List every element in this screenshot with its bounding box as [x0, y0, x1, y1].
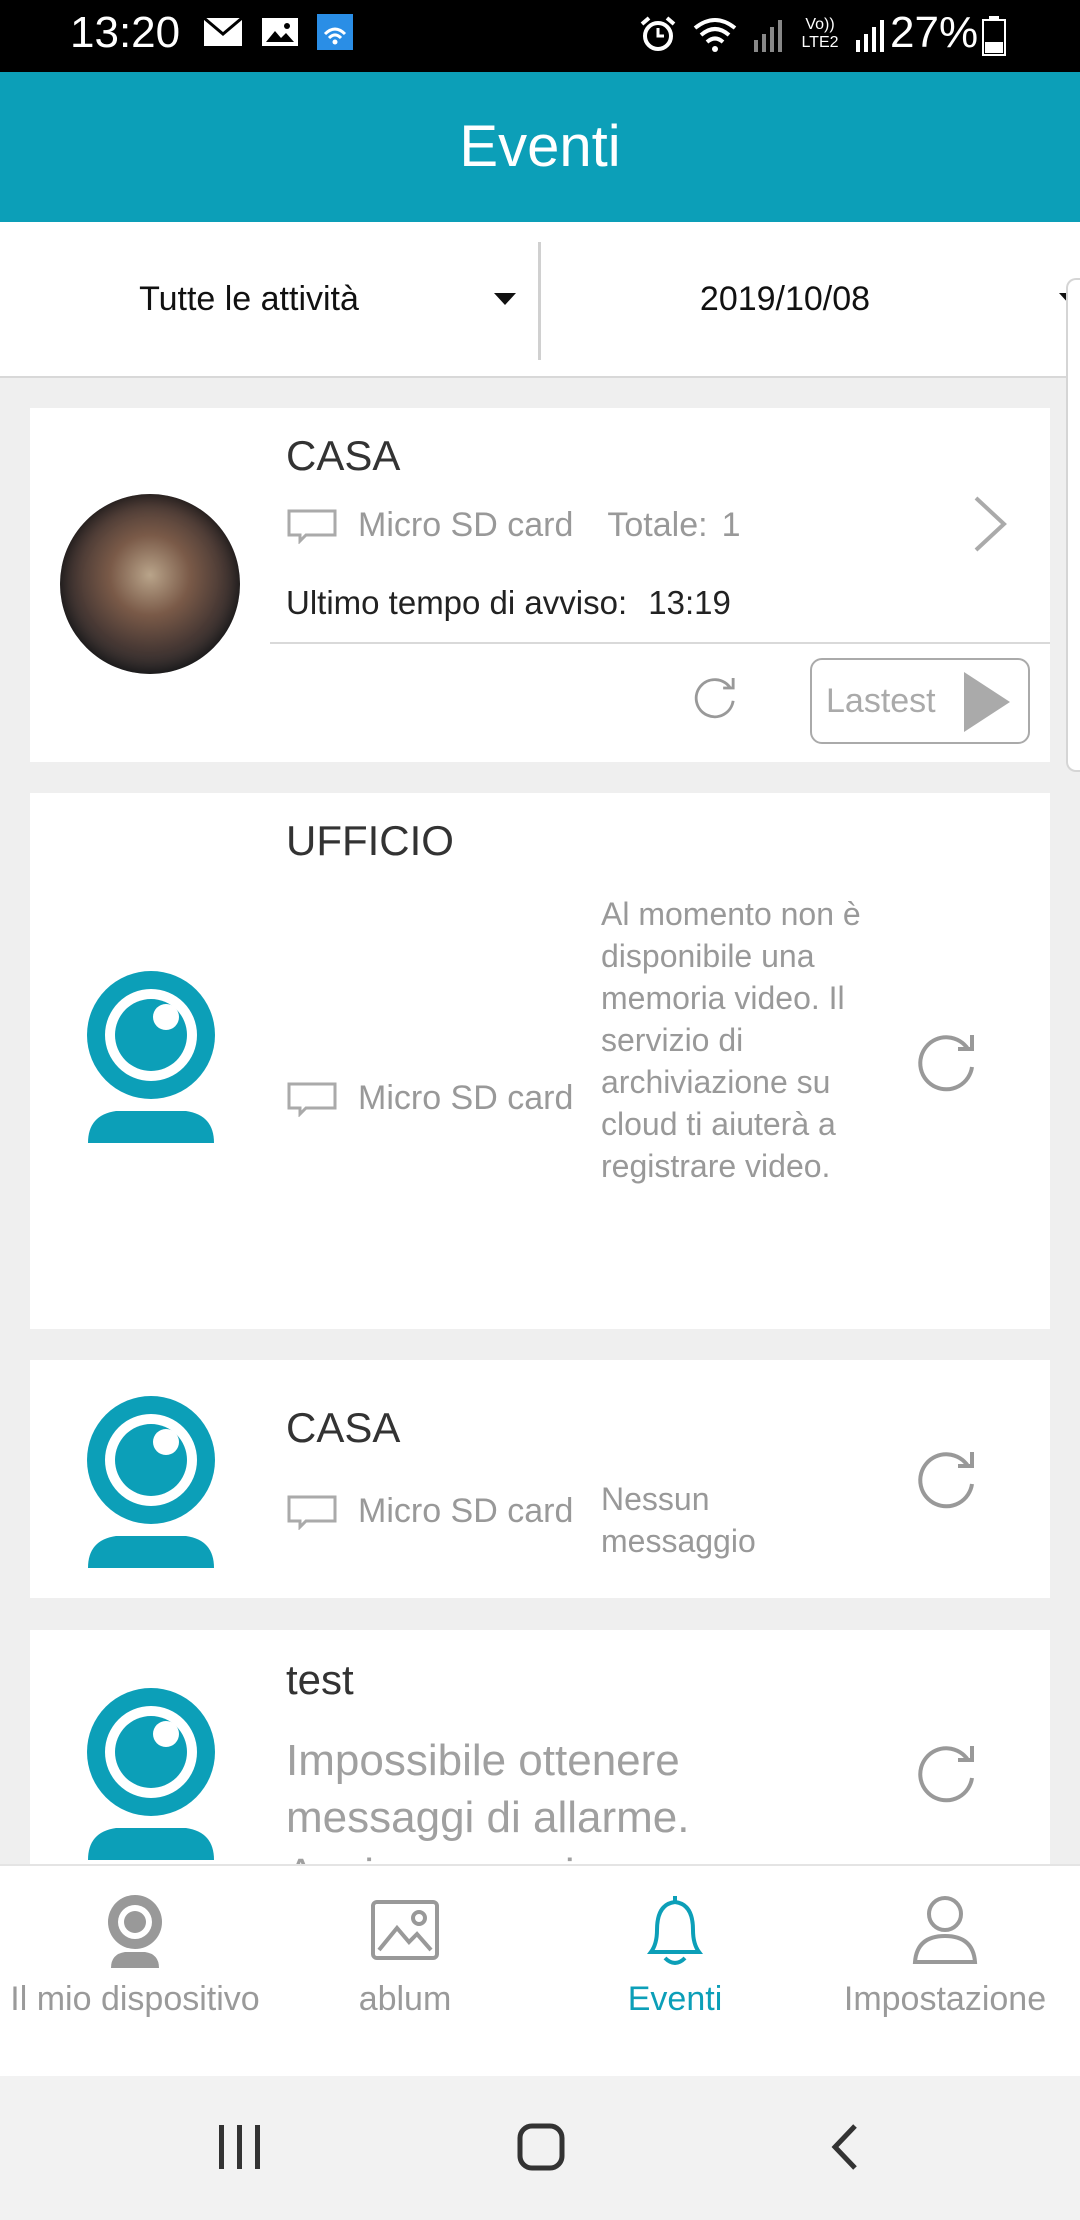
total-label: Totale: — [607, 506, 708, 544]
refresh-icon[interactable] — [906, 1438, 990, 1522]
refresh-icon[interactable] — [686, 668, 746, 728]
status-time: 13:20 — [70, 8, 181, 57]
device-event-card[interactable]: test Impossibile ottenere messaggi di al… — [30, 1630, 1050, 1864]
home-icon[interactable] — [516, 2122, 566, 2172]
back-icon[interactable] — [825, 2122, 865, 2172]
device-event-card[interactable]: CASA Micro SD card Totale: 1 Ultimo temp… — [30, 408, 1050, 762]
camera-icon — [87, 971, 215, 1143]
activity-filter-label: Tutte le attività — [139, 279, 359, 318]
alarm-icon — [640, 16, 676, 51]
device-event-card[interactable]: UFFICIO Micro SD card Al momento non è d… — [30, 793, 1050, 1329]
latest-button-label: Lastest — [826, 681, 936, 720]
bell-icon — [647, 1896, 703, 1965]
nav-settings[interactable]: Impostazione — [810, 1866, 1080, 2078]
last-alert-time: 13:19 — [648, 584, 731, 621]
mail-icon — [203, 17, 243, 46]
storage-row: Micro SD card Totale: 1 — [286, 506, 740, 545]
wifi-icon — [693, 18, 737, 52]
chevron-right-icon[interactable] — [970, 494, 1010, 554]
device-name: test — [286, 1656, 354, 1703]
refresh-icon[interactable] — [906, 1021, 990, 1105]
camera-icon — [108, 1895, 162, 1968]
nav-my-device[interactable]: Il mio dispositivo — [0, 1866, 270, 2078]
nav-events[interactable]: Eventi — [540, 1866, 810, 2078]
storage-row: Micro SD card — [286, 1079, 573, 1118]
network-label: Vo)) LTE2 — [801, 16, 839, 51]
status-message: Al momento non è disponibile una memoria… — [601, 896, 861, 1184]
recent-apps-icon[interactable] — [215, 2122, 265, 2172]
nav-label: Impostazione — [843, 1980, 1047, 2018]
sd-card-icon — [287, 509, 337, 544]
storage-label: Micro SD card — [358, 506, 574, 544]
nav-label: ablum — [358, 1980, 452, 2018]
nav-label: Il mio dispositivo — [10, 1980, 260, 2018]
sd-card-icon — [287, 1082, 337, 1117]
sd-card-icon — [287, 1495, 337, 1530]
person-icon — [912, 1896, 978, 1964]
side-scroll-handle[interactable] — [1066, 278, 1080, 772]
page-title: Eventi — [459, 114, 621, 179]
latest-button[interactable]: Lastest — [810, 658, 1030, 744]
last-alert-label: Ultimo tempo di avviso: — [286, 584, 628, 621]
card-divider — [270, 642, 1050, 644]
battery-icon — [982, 16, 1006, 56]
status-bar: 13:20 Vo)) LTE2 27% — [0, 0, 1080, 72]
app-notification-icon — [317, 14, 353, 50]
signal-icon — [856, 20, 884, 52]
bottom-nav: Il mio dispositivo ablum Eventi Impostaz… — [0, 1864, 1080, 2078]
storage-label: Micro SD card — [358, 1079, 574, 1117]
date-filter-label: 2019/10/08 — [699, 279, 871, 318]
system-nav-bar — [0, 2076, 1080, 2220]
storage-row: Micro SD card — [286, 1492, 573, 1531]
camera-icon — [87, 1396, 215, 1568]
device-name: CASA — [286, 432, 401, 479]
status-message: Nessun messaggio — [601, 1481, 756, 1559]
error-message: Impossibile ottenere messaggi di allarme… — [286, 1736, 724, 1864]
signal-icon — [754, 20, 782, 52]
last-alert-row: Ultimo tempo di avviso: 13:19 — [286, 584, 731, 622]
nav-album[interactable]: ablum — [270, 1866, 540, 2078]
play-icon — [964, 672, 1010, 732]
device-event-card[interactable]: CASA Micro SD card Nessun messaggio — [30, 1360, 1050, 1598]
refresh-icon[interactable] — [906, 1732, 990, 1816]
storage-label: Micro SD card — [358, 1492, 574, 1530]
device-thumbnail — [60, 494, 240, 674]
app-bar: Eventi — [0, 72, 1080, 222]
nav-label: Eventi — [627, 1980, 723, 2018]
device-name: CASA — [286, 1404, 401, 1451]
image-icon — [262, 18, 298, 46]
camera-icon — [87, 1688, 215, 1860]
image-icon — [371, 1900, 439, 1960]
total-value: 1 — [721, 506, 741, 544]
dropdown-arrow-icon — [494, 293, 516, 305]
filter-bar: Tutte le attività 2019/10/08 — [0, 222, 1080, 378]
battery-percent: 27% — [890, 8, 979, 57]
activity-filter-dropdown[interactable]: Tutte le attività — [0, 222, 538, 376]
device-name: UFFICIO — [286, 817, 454, 864]
date-filter-dropdown[interactable]: 2019/10/08 — [541, 222, 1080, 376]
